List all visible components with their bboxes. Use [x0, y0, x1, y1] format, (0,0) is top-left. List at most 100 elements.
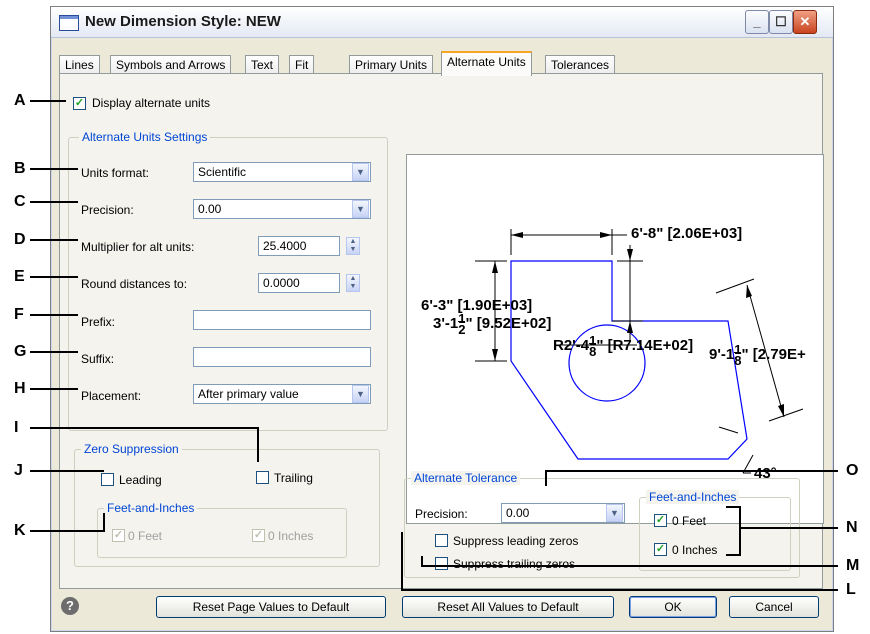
zero-feet-and-inches-legend: Feet-and-Inches	[104, 501, 198, 515]
callout-n: N	[846, 519, 858, 536]
multiplier-value: 25.4000	[263, 239, 307, 253]
precision-value: 0.00	[198, 202, 222, 216]
callout-b: B	[14, 160, 26, 177]
dimension-preview: 6'-8" [2.06E+03] 6'-3" [1.90E+03] 3'-11 2…	[406, 154, 824, 524]
callout-e: E	[14, 268, 25, 285]
zero-suppression-legend: Zero Suppression	[81, 442, 182, 456]
tolerance-zero-feet-label: 0 Feet	[672, 514, 707, 528]
units-format-label: Units format:	[81, 166, 150, 180]
trailing-label: Trailing	[274, 471, 313, 485]
leading-checkbox[interactable]	[101, 473, 114, 486]
tab-text[interactable]: Text	[245, 55, 280, 74]
tab-tolerances[interactable]: Tolerances	[545, 55, 616, 74]
callout-l: L	[846, 581, 856, 598]
tab-symbols-and-arrows[interactable]: Symbols and Arrows	[110, 55, 232, 74]
placement-select[interactable]: After primary value ▼	[193, 384, 371, 404]
round-distances-spinner[interactable]: ▲ ▼	[346, 274, 360, 292]
suppress-trailing-zeros-checkbox[interactable]	[435, 557, 448, 570]
round-distances-value: 0.0000	[263, 276, 300, 290]
help-icon[interactable]: ?	[61, 597, 79, 615]
radius-dimension-main: R2'-4	[553, 336, 590, 354]
suppress-trailing-zeros-label: Suppress trailing zeros	[453, 557, 576, 571]
reset-page-values-button[interactable]: Reset Page Values to Default	[156, 596, 386, 618]
units-format-select[interactable]: Scientific ▼	[193, 162, 371, 182]
prefix-input[interactable]	[193, 310, 371, 330]
maximize-button[interactable]: ☐	[769, 10, 793, 34]
units-format-value: Scientific	[198, 165, 247, 179]
minimize-button[interactable]: _	[745, 10, 769, 34]
tolerance-precision-value: 0.00	[506, 506, 530, 520]
chevron-down-icon[interactable]: ▼	[606, 504, 623, 522]
tolerance-zero-feet-checkbox[interactable]: ✓	[654, 514, 667, 527]
zero-feet-label: 0 Feet	[128, 529, 163, 543]
tolerance-feet-and-inches-group: Feet-and-Inches ✓ 0 Feet ✓ 0 Inches	[639, 490, 791, 571]
tab-fit[interactable]: Fit	[289, 55, 315, 74]
callout-o: O	[846, 462, 859, 479]
tab-panel: ✓ Display alternate units Alternate Unit…	[59, 73, 824, 589]
cancel-button[interactable]: Cancel	[729, 596, 819, 618]
alternate-units-settings-legend: Alternate Units Settings	[79, 130, 211, 144]
leading-label: Leading	[119, 473, 162, 487]
close-button[interactable]: ✕	[793, 10, 817, 34]
round-distances-label: Round distances to:	[81, 277, 188, 291]
zero-suppression-group: Zero Suppression Leading Trailing Feet-a…	[74, 442, 380, 567]
right-dimension-text: 9'-11 8" [2.79E+	[709, 343, 806, 368]
display-alternate-units-checkbox[interactable]: ✓	[73, 97, 86, 110]
tab-alternate-units[interactable]: Alternate Units	[441, 51, 532, 76]
title-bar[interactable]: New Dimension Style: NEW _ ☐ ✕	[51, 7, 833, 38]
multiplier-input[interactable]: 25.4000	[258, 236, 340, 256]
round-distances-input[interactable]: 0.0000	[258, 273, 340, 293]
tolerance-zero-inches-checkbox[interactable]: ✓	[654, 543, 667, 556]
zero-feet-and-inches-group: Feet-and-Inches ✓ 0 Feet ✓ 0 Inches	[97, 501, 347, 558]
alternate-tolerance-group: Alternate Tolerance Precision: 0.00 ▼ Su…	[404, 471, 800, 578]
suppress-leading-zeros-checkbox[interactable]	[435, 534, 448, 547]
placement-value: After primary value	[198, 387, 299, 401]
window-title: New Dimension Style: NEW	[85, 13, 281, 30]
dialog-window: New Dimension Style: NEW _ ☐ ✕ Lines Sym…	[50, 6, 834, 632]
middle-dimension-alt: " [9.52E+02]	[465, 314, 552, 332]
multiplier-label: Multiplier for alt units:	[81, 240, 195, 254]
alternate-tolerance-legend: Alternate Tolerance	[411, 471, 521, 485]
tolerance-precision-select[interactable]: 0.00 ▼	[501, 503, 625, 523]
left-dimension-text: 6'-3" [1.90E+03]	[421, 297, 533, 314]
precision-select[interactable]: 0.00 ▼	[193, 199, 371, 219]
zero-inches-label: 0 Inches	[268, 529, 314, 543]
tolerance-feet-and-inches-legend: Feet-and-Inches	[646, 490, 740, 504]
chevron-down-icon[interactable]: ▼	[352, 163, 369, 181]
callout-m: M	[846, 557, 860, 574]
suppress-leading-zeros-label: Suppress leading zeros	[453, 534, 579, 548]
precision-label: Precision:	[81, 203, 134, 217]
callout-j: J	[14, 462, 23, 479]
placement-label: Placement:	[81, 389, 142, 403]
tolerance-zero-inches-label: 0 Inches	[672, 543, 718, 557]
trailing-checkbox[interactable]	[256, 471, 269, 484]
radius-dimension-alt: " [R7.14E+02]	[596, 336, 694, 354]
tab-lines[interactable]: Lines	[59, 55, 100, 74]
chevron-down-icon[interactable]: ▼	[352, 200, 369, 218]
callout-a: A	[14, 92, 26, 109]
callout-k: K	[14, 522, 26, 539]
top-dimension-text: 6'-8" [2.06E+03]	[631, 225, 743, 242]
callout-f: F	[14, 306, 24, 323]
ok-button[interactable]: OK	[629, 596, 717, 618]
tolerance-precision-label: Precision:	[415, 507, 468, 521]
zero-inches-checkbox[interactable]: ✓	[252, 529, 265, 542]
right-dimension-main: 9'-1	[709, 345, 735, 363]
radius-dimension-text: R2'-41 8" [R7.14E+02]	[553, 334, 694, 359]
zero-feet-checkbox[interactable]: ✓	[112, 529, 125, 542]
callout-h: H	[14, 380, 26, 397]
suffix-input[interactable]	[193, 347, 371, 367]
multiplier-spinner[interactable]: ▲ ▼	[346, 237, 360, 255]
callout-c: C	[14, 193, 26, 210]
display-alternate-units-label: Display alternate units	[92, 96, 211, 110]
right-dimension-alt: " [2.79E+	[741, 345, 806, 363]
dialog-icon	[59, 15, 79, 31]
prefix-label: Prefix:	[81, 315, 116, 329]
middle-dimension-text: 3'-11 2" [9.52E+02]	[433, 312, 552, 337]
reset-all-values-button[interactable]: Reset All Values to Default	[402, 596, 614, 618]
callout-d: D	[14, 231, 26, 248]
callout-i: I	[14, 419, 19, 436]
callout-g: G	[14, 343, 27, 360]
tab-primary-units[interactable]: Primary Units	[349, 55, 434, 74]
chevron-down-icon[interactable]: ▼	[352, 385, 369, 403]
